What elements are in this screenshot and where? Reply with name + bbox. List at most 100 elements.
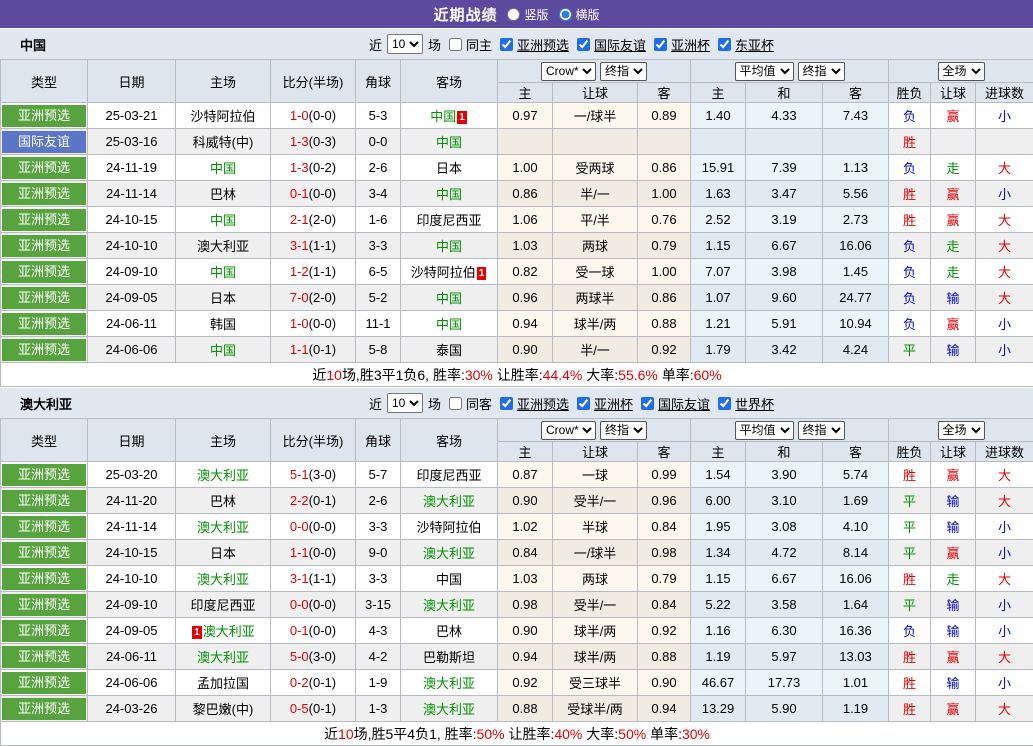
- col-header-0: 类型: [1, 60, 88, 103]
- index-type-select[interactable]: 终指: [600, 421, 647, 440]
- corner-score: 5-2: [356, 285, 401, 311]
- index-type-select-2[interactable]: 终指: [798, 421, 845, 440]
- team-section: 澳大利亚近10场同客亚洲预选亚洲杯国际友谊世界杯类型日期主场比分(半场)角球客场…: [0, 387, 1033, 746]
- result-goals: 小: [976, 540, 1033, 566]
- avg-draw: 3.90: [746, 462, 823, 488]
- sub-header-1: 让球: [553, 83, 638, 103]
- bookmaker-select[interactable]: Crow*: [541, 421, 596, 440]
- sub-header-2: 客: [638, 83, 691, 103]
- halftime-score: (3-0): [309, 467, 336, 482]
- layout-radio-vertical-label[interactable]: 竖版: [524, 6, 548, 23]
- match-type-cell: 亚洲预选: [1, 644, 88, 670]
- corner-score: 5-7: [356, 462, 401, 488]
- score-cell: 0-1(0-0): [271, 618, 356, 644]
- layout-radio-vertical[interactable]: [507, 8, 520, 21]
- league-checkbox-2[interactable]: [654, 38, 667, 51]
- away-team: 日本: [401, 155, 498, 181]
- match-type-badge: 亚洲预选: [2, 235, 86, 257]
- match-type-cell: 亚洲预选: [1, 259, 88, 285]
- fulltime-score: 0-1: [290, 186, 309, 201]
- team-name-text: 日本: [210, 546, 236, 561]
- sub-header-3: 主: [691, 83, 746, 103]
- match-date: 25-03-16: [88, 129, 176, 155]
- same-venue-checkbox[interactable]: [449, 397, 462, 410]
- league-checkbox-3[interactable]: [718, 397, 731, 410]
- match-type-cell: 亚洲预选: [1, 696, 88, 722]
- summary-stat-label: 大率:: [582, 367, 618, 383]
- layout-radio-horizontal-label[interactable]: 横版: [576, 6, 600, 23]
- odds-handicap: 球半/两: [553, 311, 638, 337]
- result-winlose: 胜: [889, 644, 931, 670]
- corner-score: 4-2: [356, 644, 401, 670]
- result-winlose: 负: [889, 618, 931, 644]
- average-select[interactable]: 平均值: [735, 62, 794, 81]
- match-row: 亚洲预选24-03-26黎巴嫩(中)0-5(0-1)1-3澳大利亚0.88受球半…: [1, 696, 1033, 722]
- odds-away: 0.86: [638, 285, 691, 311]
- result-goals: 小: [976, 181, 1033, 207]
- team-name-text: 澳大利亚: [423, 702, 475, 717]
- home-team: 中国: [176, 337, 271, 363]
- fulltime-score: 5-1: [290, 467, 309, 482]
- match-row: 亚洲预选24-11-14澳大利亚0-0(0-0)3-3沙特阿拉伯1.02半球0.…: [1, 514, 1033, 540]
- fulltime-score: 1-2: [290, 264, 309, 279]
- league-label-2[interactable]: 亚洲杯: [671, 35, 710, 54]
- result-winlose: 平: [889, 540, 931, 566]
- summary-stat-value: 10: [338, 726, 354, 742]
- match-date: 24-06-06: [88, 337, 176, 363]
- league-label-3[interactable]: 东亚杯: [735, 35, 774, 54]
- match-count-select[interactable]: 10: [387, 34, 423, 54]
- avg-home: 1.15: [691, 233, 746, 259]
- home-team: 沙特阿拉伯: [176, 103, 271, 129]
- sub-header-4: 和: [746, 442, 823, 462]
- avg-draw: 6.30: [746, 618, 823, 644]
- result-handicap: 输: [931, 285, 976, 311]
- average-select[interactable]: 平均值: [735, 421, 794, 440]
- league-checkbox-2[interactable]: [641, 397, 654, 410]
- league-checkbox-0[interactable]: [500, 397, 513, 410]
- league-label-0[interactable]: 亚洲预选: [517, 394, 569, 413]
- odds-home: 0.88: [498, 696, 553, 722]
- league-label-0[interactable]: 亚洲预选: [517, 35, 569, 54]
- bookmaker-select[interactable]: Crow*: [541, 62, 596, 81]
- same-venue-checkbox[interactable]: [449, 38, 462, 51]
- odds-handicap: 受半/一: [553, 488, 638, 514]
- away-team: 中国: [401, 311, 498, 337]
- period-select[interactable]: 全场: [938, 421, 985, 440]
- layout-radio-horizontal[interactable]: [559, 8, 572, 21]
- league-label-1[interactable]: 国际友谊: [594, 35, 646, 54]
- team-name-text: 黎巴嫩(中): [193, 702, 254, 717]
- league-checkbox-3[interactable]: [718, 38, 731, 51]
- team-name-text: 沙特阿拉伯: [411, 265, 476, 280]
- league-checkbox-1[interactable]: [577, 38, 590, 51]
- away-team: 澳大利亚: [401, 670, 498, 696]
- team-filter-bar: 中国近10场同主亚洲预选国际友谊亚洲杯东亚杯: [0, 28, 1033, 59]
- league-label-3[interactable]: 世界杯: [735, 394, 774, 413]
- avg-away: 4.24: [823, 337, 889, 363]
- team-name-text: 沙特阿拉伯: [416, 520, 481, 535]
- avg-home: 1.63: [691, 181, 746, 207]
- odds-home: 1.06: [498, 207, 553, 233]
- same-venue-label: 同主: [466, 35, 492, 54]
- league-label-2[interactable]: 国际友谊: [658, 394, 710, 413]
- period-select[interactable]: 全场: [938, 62, 985, 81]
- odds-source-header: Crow*终指: [498, 60, 691, 83]
- team-name-text: 中国: [436, 187, 462, 202]
- avg-away: 4.10: [823, 514, 889, 540]
- halftime-score: (0-0): [309, 545, 336, 560]
- avg-home: 2.52: [691, 207, 746, 233]
- home-team: 1澳大利亚: [176, 618, 271, 644]
- result-handicap: 赢: [931, 462, 976, 488]
- result-goals: 大: [976, 488, 1033, 514]
- league-label-1[interactable]: 亚洲杯: [594, 394, 633, 413]
- sub-header-7: 让球: [931, 442, 976, 462]
- team-title: 澳大利亚: [20, 394, 72, 413]
- league-checkbox-0[interactable]: [500, 38, 513, 51]
- index-type-select-2[interactable]: 终指: [798, 62, 845, 81]
- league-checkbox-1[interactable]: [577, 397, 590, 410]
- summary-stat-label: 大率:: [582, 726, 618, 742]
- result-handicap: 赢: [931, 696, 976, 722]
- results-table: 类型日期主场比分(半场)角球客场Crow*终指平均值终指全场主让球客主和客胜负让…: [0, 59, 1033, 387]
- index-type-select[interactable]: 终指: [600, 62, 647, 81]
- match-count-select[interactable]: 10: [387, 393, 423, 413]
- result-handicap: 输: [931, 488, 976, 514]
